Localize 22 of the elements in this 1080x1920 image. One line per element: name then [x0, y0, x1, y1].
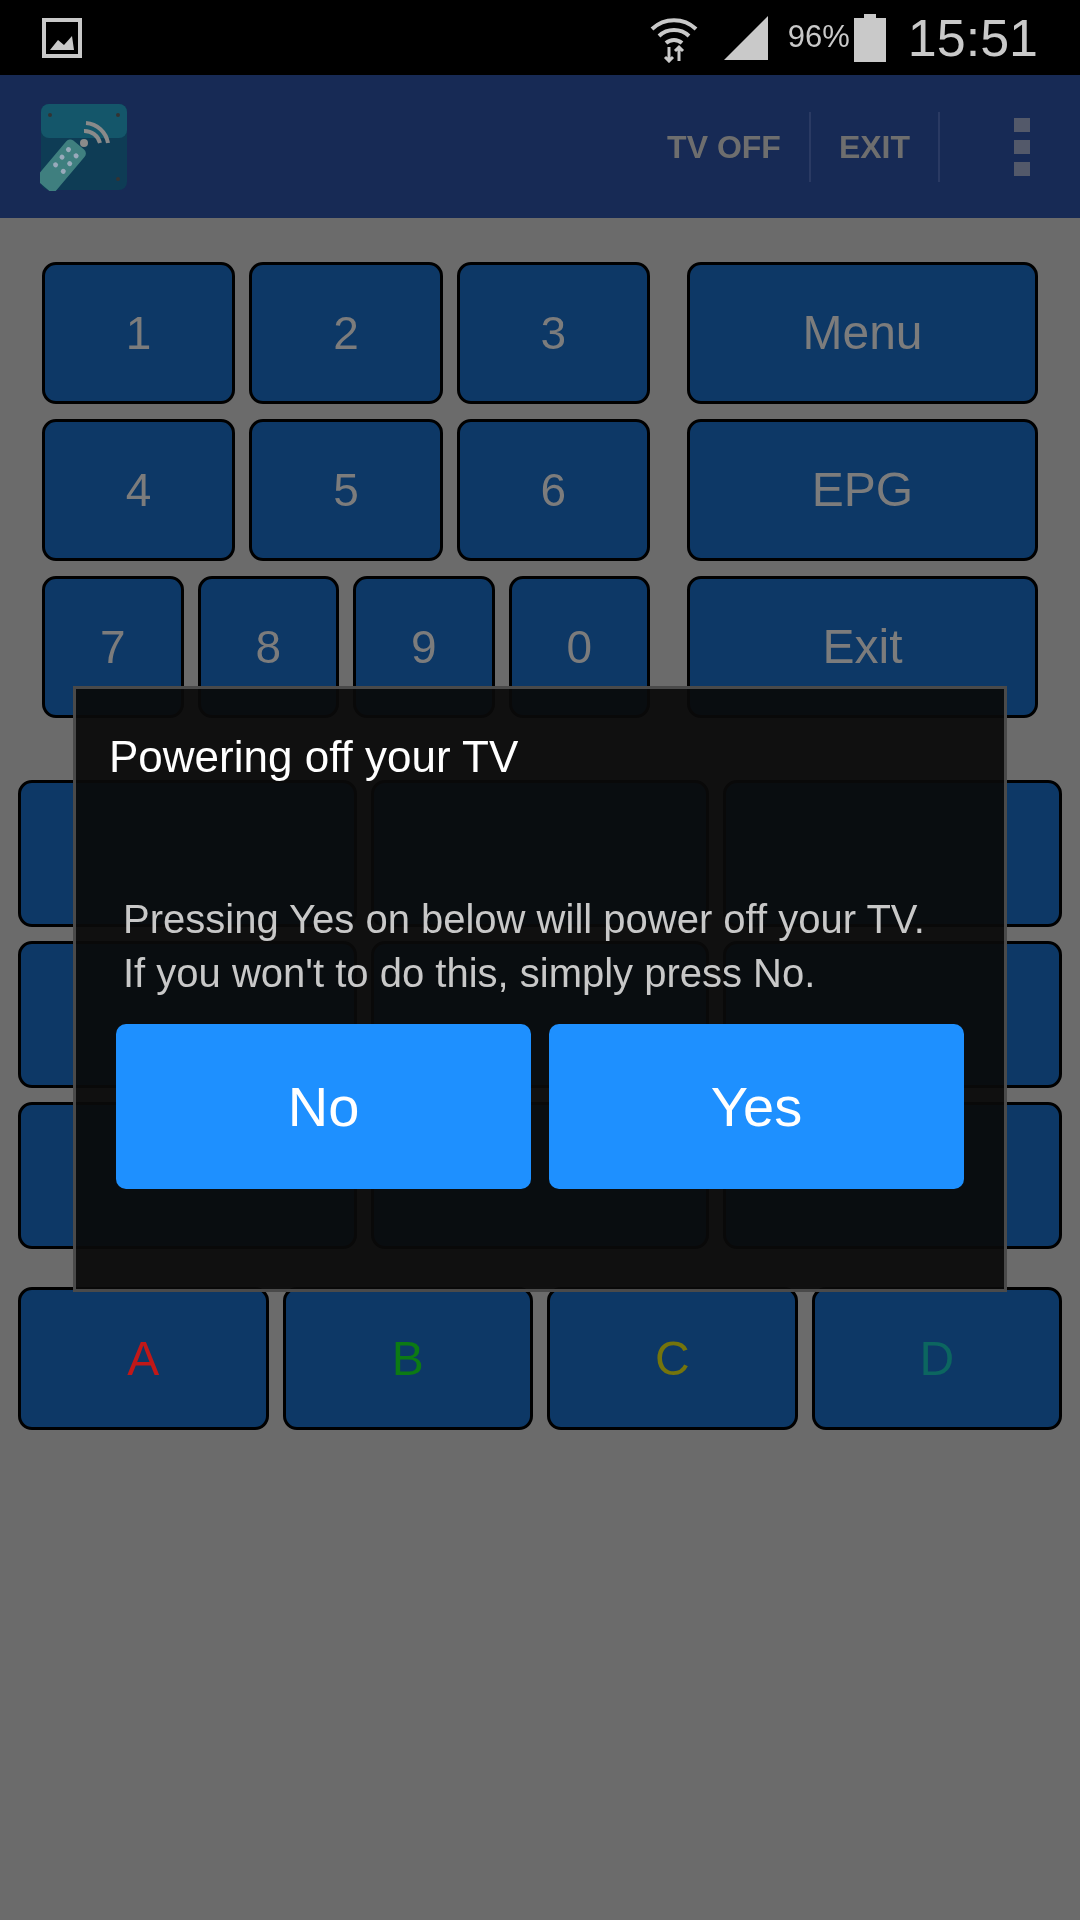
image-icon — [42, 17, 82, 58]
number-key[interactable]: 5 — [249, 419, 443, 561]
color-key[interactable]: C — [654, 1334, 690, 1383]
menu-key[interactable]: Menu — [687, 262, 1038, 404]
action-button[interactable]: EXIT — [810, 106, 938, 187]
menu-key[interactable]: EPG — [687, 419, 1038, 561]
number-key[interactable]: 3 — [456, 262, 650, 404]
number-key[interactable]: 1 — [42, 262, 236, 404]
dialog-button[interactable]: No — [116, 1024, 531, 1189]
number-key[interactable]: 4 — [42, 419, 236, 561]
number-key[interactable]: 6 — [456, 419, 650, 561]
color-key[interactable]: B — [391, 1334, 424, 1383]
dialog-button[interactable]: Yes — [549, 1024, 964, 1189]
app-logo-icon[interactable] — [40, 102, 128, 191]
dialog-title: Powering off your TV — [109, 731, 520, 783]
action-button[interactable]: TV OFF — [639, 106, 809, 187]
number-key[interactable]: 2 — [249, 262, 443, 404]
dialog-message: Pressing Yes on below will power off your TV. If you won't to do this, simply press No. — [123, 896, 926, 997]
battery-percentage: 96% — [787, 18, 850, 57]
battery-icon — [853, 13, 886, 62]
clock-time: 15:51 — [907, 11, 1038, 64]
color-key[interactable]: A — [127, 1334, 160, 1383]
